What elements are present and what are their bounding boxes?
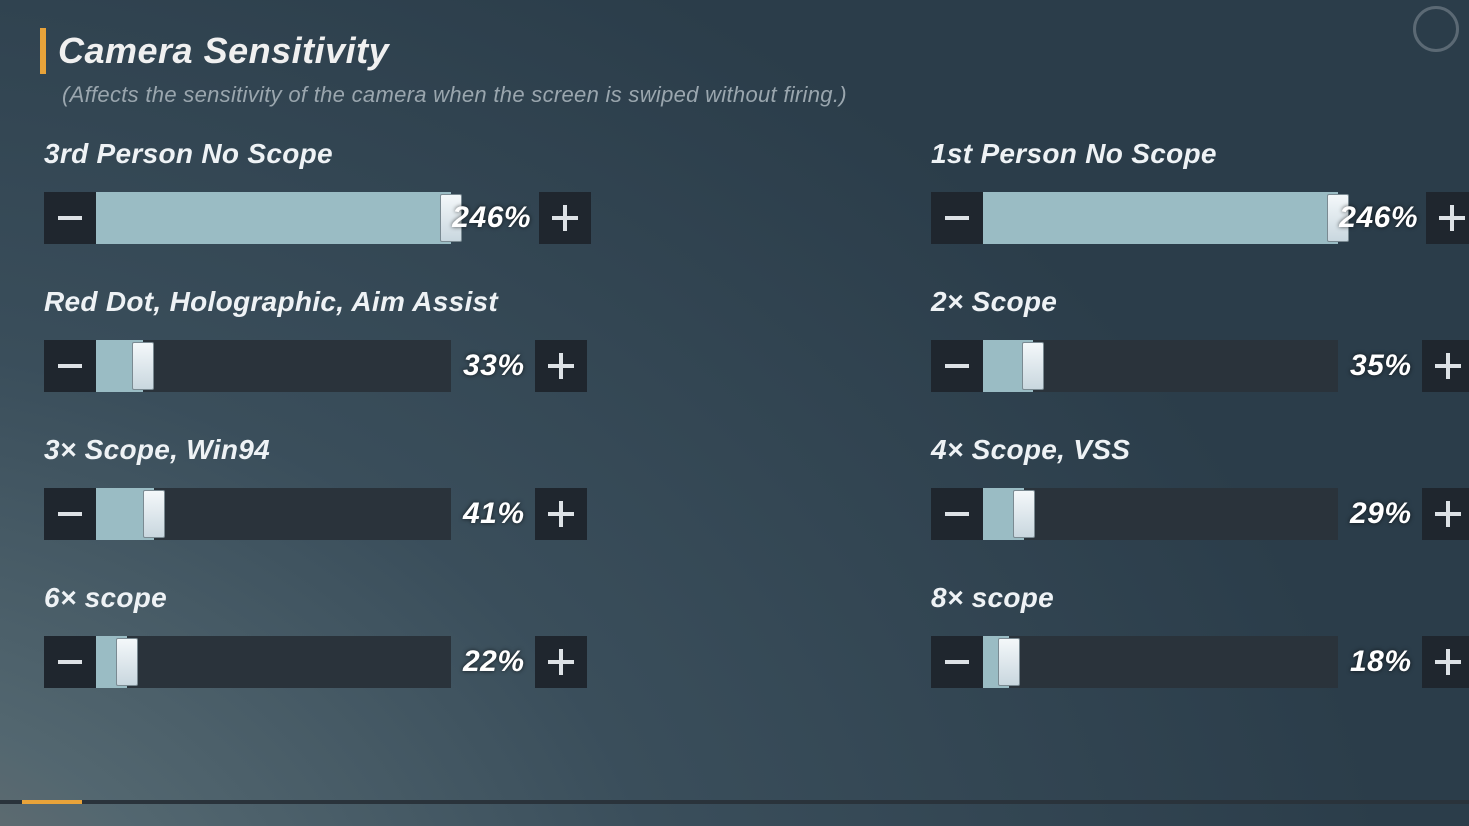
slider-handle[interactable]	[1013, 490, 1035, 538]
slider-fill	[96, 192, 451, 244]
slider-control: 35%	[931, 340, 1469, 392]
slider-handle[interactable]	[116, 638, 138, 686]
slider-track[interactable]	[983, 636, 1338, 688]
slider-handle[interactable]	[143, 490, 165, 538]
setting-label: 8× scope	[931, 582, 1469, 614]
slider-control: 41%	[44, 488, 591, 540]
slider-track[interactable]	[96, 340, 451, 392]
setting-label: 4× Scope, VSS	[931, 434, 1469, 466]
setting-2x: 2× Scope 35%	[931, 286, 1469, 392]
increase-button[interactable]	[539, 192, 591, 244]
increase-button[interactable]	[1426, 192, 1469, 244]
scrollbar-thumb[interactable]	[22, 800, 82, 804]
section-header: Camera Sensitivity	[40, 28, 1429, 74]
slider-track[interactable]	[96, 488, 451, 540]
setting-label: 1st Person No Scope	[931, 138, 1469, 170]
increase-button[interactable]	[1422, 488, 1469, 540]
slider-handle[interactable]	[132, 342, 154, 390]
slider-track[interactable]: 246%	[96, 192, 451, 244]
increase-button[interactable]	[535, 340, 587, 392]
settings-panel: Camera Sensitivity (Affects the sensitiv…	[0, 0, 1469, 826]
setting-reddot: Red Dot, Holographic, Aim Assist 33%	[44, 286, 591, 392]
increase-button[interactable]	[535, 488, 587, 540]
increase-button[interactable]	[1422, 636, 1469, 688]
setting-label: 6× scope	[44, 582, 591, 614]
decrease-button[interactable]	[931, 192, 983, 244]
increase-button[interactable]	[1422, 340, 1469, 392]
setting-3p-noscope: 3rd Person No Scope 246%	[44, 138, 591, 244]
increase-button[interactable]	[535, 636, 587, 688]
slider-handle[interactable]	[440, 194, 462, 242]
setting-label: 3rd Person No Scope	[44, 138, 591, 170]
slider-track[interactable]: 246%	[983, 192, 1338, 244]
slider-track[interactable]	[96, 636, 451, 688]
slider-track[interactable]	[983, 488, 1338, 540]
slider-track[interactable]	[983, 340, 1338, 392]
slider-value: 35%	[1338, 349, 1422, 383]
slider-handle[interactable]	[1022, 342, 1044, 390]
section-title: Camera Sensitivity	[58, 30, 389, 72]
decrease-button[interactable]	[44, 636, 96, 688]
setting-3x: 3× Scope, Win94 41%	[44, 434, 591, 540]
slider-value: 246%	[452, 201, 531, 235]
slider-value: 22%	[451, 645, 535, 679]
slider-value: 18%	[1338, 645, 1422, 679]
section-description: (Affects the sensitivity of the camera w…	[62, 82, 1429, 108]
slider-control: 33%	[44, 340, 591, 392]
decrease-button[interactable]	[931, 488, 983, 540]
slider-control: 29%	[931, 488, 1469, 540]
settings-grid: 3rd Person No Scope246%1st Person No Sco…	[40, 138, 1429, 688]
slider-value: 41%	[451, 497, 535, 531]
slider-control: 246%	[931, 192, 1469, 244]
slider-value: 33%	[451, 349, 535, 383]
slider-value: 29%	[1338, 497, 1422, 531]
slider-handle[interactable]	[1327, 194, 1349, 242]
accent-bar	[40, 28, 46, 74]
slider-control: 22%	[44, 636, 591, 688]
setting-label: Red Dot, Holographic, Aim Assist	[44, 286, 591, 318]
slider-fill	[983, 192, 1338, 244]
setting-label: 2× Scope	[931, 286, 1469, 318]
setting-6x: 6× scope 22%	[44, 582, 591, 688]
setting-8x: 8× scope 18%	[931, 582, 1469, 688]
close-button[interactable]	[1413, 6, 1459, 52]
decrease-button[interactable]	[44, 192, 96, 244]
slider-handle[interactable]	[998, 638, 1020, 686]
setting-1p-noscope: 1st Person No Scope 246%	[931, 138, 1469, 244]
slider-control: 18%	[931, 636, 1469, 688]
slider-control: 246%	[44, 192, 591, 244]
horizontal-scrollbar[interactable]	[0, 800, 1469, 804]
decrease-button[interactable]	[44, 488, 96, 540]
setting-4x: 4× Scope, VSS 29%	[931, 434, 1469, 540]
decrease-button[interactable]	[931, 636, 983, 688]
slider-value: 246%	[1339, 201, 1418, 235]
decrease-button[interactable]	[931, 340, 983, 392]
setting-label: 3× Scope, Win94	[44, 434, 591, 466]
decrease-button[interactable]	[44, 340, 96, 392]
